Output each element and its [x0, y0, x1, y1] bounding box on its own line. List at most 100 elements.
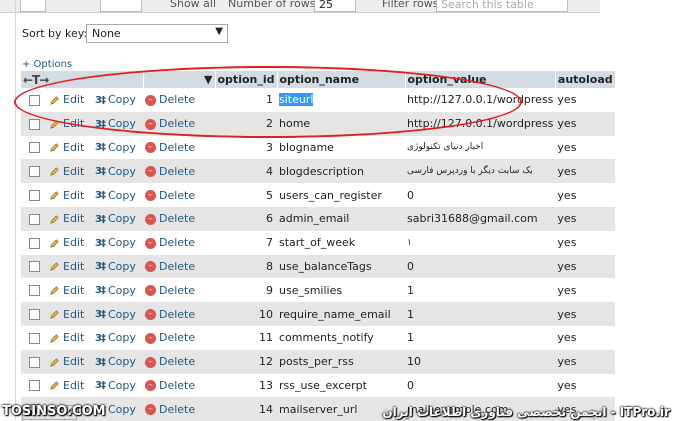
edit-label[interactable]: Edit [63, 165, 84, 178]
cell-autoload[interactable]: yes [555, 278, 616, 303]
copy-label[interactable]: Copy [108, 355, 136, 368]
copy-label[interactable]: Copy [108, 141, 136, 154]
cell-option-id[interactable]: 2 [215, 111, 277, 136]
cell-autoload[interactable]: yes [555, 325, 616, 350]
row-checkbox-cell[interactable] [21, 349, 47, 374]
copy-action[interactable]: 3‡ Copy [93, 254, 143, 279]
cell-option-name[interactable]: start_of_week [277, 230, 405, 255]
delete-action[interactable]: – Delete [143, 230, 215, 255]
edit-action[interactable]: Edit [47, 111, 93, 136]
copy-action[interactable]: 3‡ Copy [93, 159, 143, 184]
cell-option-name[interactable]: posts_per_rss [277, 349, 405, 374]
delete-action[interactable]: – Delete [143, 183, 215, 207]
cell-option-value[interactable]: http://127.0.0.1/wordpress [405, 111, 556, 136]
delete-label[interactable]: Delete [159, 355, 195, 368]
delete-action[interactable]: – Delete [143, 135, 215, 160]
edit-label[interactable]: Edit [63, 331, 84, 344]
copy-label[interactable]: Copy [108, 331, 136, 344]
row-checkbox-cell[interactable] [21, 302, 47, 326]
row-checkbox[interactable] [28, 190, 40, 202]
copy-label[interactable]: Copy [108, 403, 136, 416]
row-checkbox[interactable] [28, 309, 40, 321]
header-option-name[interactable]: option_name [277, 71, 406, 88]
cell-autoload[interactable]: yes [555, 159, 616, 184]
delete-action[interactable]: – Delete [143, 302, 215, 326]
cell-option-value[interactable]: sabri31688@gmail.com [405, 206, 556, 231]
cell-autoload[interactable]: yes [555, 135, 616, 160]
row-checkbox[interactable] [28, 356, 40, 368]
edit-action[interactable]: Edit [47, 159, 93, 184]
cell-autoload[interactable]: yes [555, 206, 616, 231]
cell-option-id[interactable]: 1 [215, 88, 277, 112]
delete-label[interactable]: Delete [159, 403, 195, 416]
row-checkbox-cell[interactable] [21, 88, 47, 112]
cell-option-name[interactable]: rss_use_excerpt [277, 373, 405, 398]
copy-action[interactable]: 3‡ Copy [93, 373, 143, 398]
edit-label[interactable]: Edit [63, 308, 84, 321]
cell-option-value[interactable]: 10 [405, 349, 556, 374]
cell-option-id[interactable]: 9 [215, 278, 277, 303]
cell-autoload[interactable]: yes [555, 302, 616, 326]
row-checkbox-cell[interactable] [21, 254, 47, 279]
edit-label[interactable]: Edit [63, 117, 84, 130]
cell-option-value[interactable]: 1 [405, 278, 556, 303]
row-checkbox[interactable] [28, 332, 40, 344]
cell-option-id[interactable]: 10 [215, 302, 277, 326]
delete-label[interactable]: Delete [159, 212, 195, 225]
edit-action[interactable]: Edit [47, 325, 93, 350]
cell-option-name[interactable]: require_name_email [277, 302, 405, 326]
row-checkbox[interactable] [28, 118, 40, 130]
delete-action[interactable]: – Delete [143, 278, 215, 303]
row-checkbox[interactable] [28, 213, 40, 225]
cell-option-value[interactable]: 1 [405, 302, 556, 326]
sort-arrow-header[interactable]: ▼ [143, 71, 216, 88]
cell-option-id[interactable]: 8 [215, 254, 277, 279]
cell-option-value[interactable]: 1 [405, 325, 556, 350]
delete-label[interactable]: Delete [159, 379, 195, 392]
copy-label[interactable]: Copy [108, 189, 136, 202]
cell-autoload[interactable]: yes [555, 349, 616, 374]
edit-label[interactable]: Edit [63, 379, 84, 392]
filter-input[interactable]: Search this table [436, 0, 568, 12]
cell-option-id[interactable]: 6 [215, 206, 277, 231]
copy-action[interactable]: 3‡ Copy [93, 278, 143, 303]
row-checkbox-cell[interactable] [21, 373, 47, 398]
header-autoload[interactable]: autoload [555, 71, 616, 88]
cell-option-name[interactable]: use_smilies [277, 278, 405, 303]
edit-label[interactable]: Edit [63, 355, 84, 368]
copy-action[interactable]: 3‡ Copy [93, 349, 143, 374]
row-checkbox[interactable] [28, 285, 40, 297]
row-checkbox-cell[interactable] [21, 206, 47, 231]
header-option-id[interactable]: option_id [215, 71, 278, 88]
row-checkbox[interactable] [28, 261, 40, 273]
delete-label[interactable]: Delete [159, 189, 195, 202]
edit-action[interactable]: Edit [47, 278, 93, 303]
copy-label[interactable]: Copy [108, 284, 136, 297]
copy-label[interactable]: Copy [108, 236, 136, 249]
delete-action[interactable]: – Delete [143, 111, 215, 136]
delete-label[interactable]: Delete [159, 141, 195, 154]
row-checkbox-cell[interactable] [21, 111, 47, 136]
copy-label[interactable]: Copy [108, 165, 136, 178]
edit-action[interactable]: Edit [47, 88, 93, 112]
delete-action[interactable]: – Delete [143, 397, 215, 421]
copy-label[interactable]: Copy [108, 379, 136, 392]
edit-label[interactable]: Edit [63, 212, 84, 225]
cell-option-value[interactable]: یک سایت دیگر با وردپرس فارسی [405, 159, 556, 184]
cell-option-id[interactable]: 14 [215, 397, 277, 421]
row-checkbox-cell[interactable] [21, 278, 47, 303]
edit-action[interactable]: Edit [47, 373, 93, 398]
row-checkbox-cell[interactable] [21, 159, 47, 184]
edit-action[interactable]: Edit [47, 302, 93, 326]
row-checkbox-cell[interactable] [21, 135, 47, 160]
cell-autoload[interactable]: yes [555, 88, 616, 112]
copy-action[interactable]: 3‡ Copy [93, 230, 143, 255]
row-checkbox-cell[interactable] [21, 183, 47, 207]
cell-option-name[interactable]: home [277, 111, 405, 136]
edit-action[interactable]: Edit [47, 349, 93, 374]
row-checkbox[interactable] [28, 142, 40, 154]
copy-action[interactable]: 3‡ Copy [93, 325, 143, 350]
delete-label[interactable]: Delete [159, 236, 195, 249]
copy-label[interactable]: Copy [108, 117, 136, 130]
cell-option-name[interactable]: admin_email [277, 206, 405, 231]
